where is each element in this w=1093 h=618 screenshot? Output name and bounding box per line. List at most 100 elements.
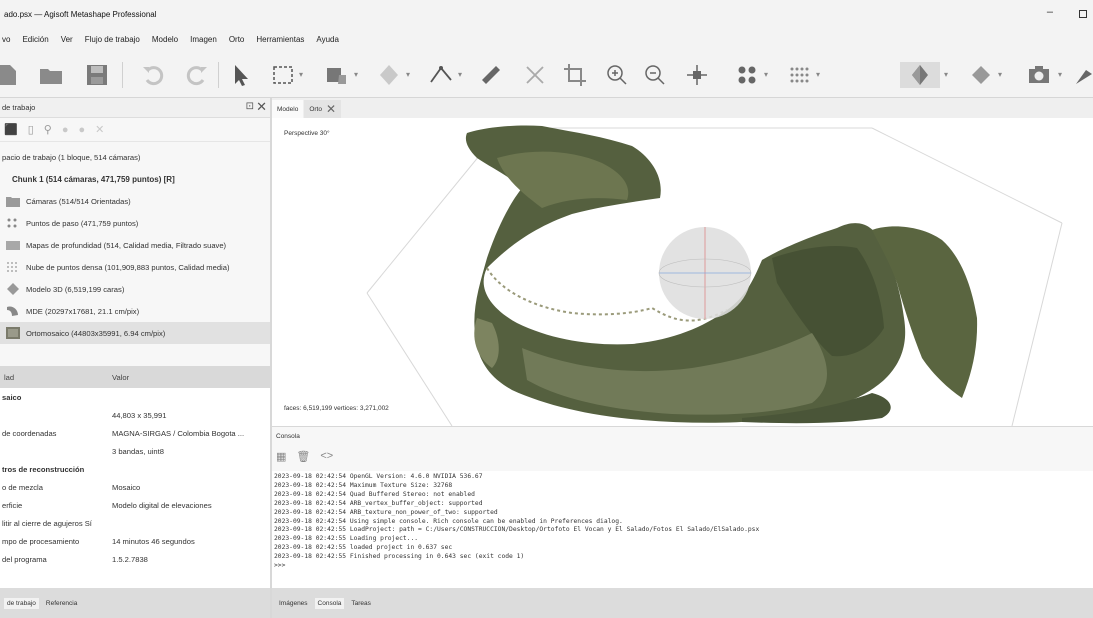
console-log[interactable]: 2023-09-18 02:42:54 OpenGL Version: 4.6.… — [272, 471, 1093, 589]
save-icon[interactable] — [84, 62, 110, 88]
menu-tools[interactable]: Herramientas — [256, 35, 304, 44]
view-tabs: Modelo Orto ✕ — [272, 98, 1093, 118]
chevron-down-icon[interactable]: ▾ — [354, 70, 358, 79]
perspective-label: Perspective 30° — [284, 130, 330, 137]
navigation-cursor-icon[interactable] — [228, 62, 254, 88]
properties-table: lad Valor saico 44,803 x 35,991 de coord… — [0, 366, 270, 588]
menu-workflow[interactable]: Flujo de trabajo — [85, 35, 140, 44]
minimize-button[interactable]: – — [1047, 6, 1053, 18]
chevron-down-icon[interactable]: ▾ — [944, 70, 948, 79]
toolbar-separator — [218, 62, 219, 88]
close-tab-icon[interactable]: ✕ — [326, 102, 336, 116]
script-icon[interactable]: <> — [320, 450, 333, 462]
delete-selection-icon[interactable] — [522, 62, 548, 88]
menu-model[interactable]: Modelo — [152, 35, 178, 44]
tree-item-cameras[interactable]: Cámaras (514/514 Orientadas) — [0, 190, 270, 212]
menu-image[interactable]: Imagen — [190, 35, 217, 44]
chevron-down-icon[interactable]: ▾ — [1058, 70, 1062, 79]
show-points-icon[interactable] — [734, 62, 760, 88]
remove-items-icon[interactable]: ✕ — [95, 123, 104, 136]
close-panel-icon[interactable]: ✕ — [256, 99, 267, 115]
menu-help[interactable]: Ayuda — [316, 35, 339, 44]
tree-item-depth-maps[interactable]: Mapas de profundidad (514, Calidad media… — [0, 234, 270, 256]
toolbar-separator — [122, 62, 123, 88]
tree-item-dem[interactable]: MDE (20297x17681, 21.1 cm/pix) — [0, 300, 270, 322]
workspace-toolbar: ⬛ ▯ ⚲ ● ● ✕ — [0, 118, 270, 142]
menu-view[interactable]: Ver — [61, 35, 73, 44]
menu-file[interactable]: vo — [2, 35, 10, 44]
move-region-icon[interactable] — [376, 62, 402, 88]
menu-edit[interactable]: Edición — [22, 35, 48, 44]
new-file-icon[interactable] — [0, 62, 20, 88]
model-viewport[interactable]: Perspective 30° faces: 6,519,199 vertice… — [272, 118, 1093, 426]
move-object-icon[interactable] — [324, 62, 350, 88]
bottom-panel-tabs: Imágenes Consola Tareas — [272, 588, 1093, 618]
tree-item-dense-cloud[interactable]: Nube de puntos densa (101,909,883 puntos… — [0, 256, 270, 278]
dense-cloud-view-icon[interactable] — [786, 62, 812, 88]
property-row: de coordenadas MAGNA-SIRGAS / Colombia B… — [2, 428, 245, 438]
clear-log-icon[interactable]: 🗑 — [296, 450, 310, 463]
trackball-sphere — [658, 227, 752, 319]
tree-item-workspace[interactable]: pacio de trabajo (1 bloque, 514 cámaras) — [0, 146, 270, 168]
property-row: mpo de procesamiento 14 minutos 46 segun… — [2, 536, 195, 546]
chevron-down-icon[interactable]: ▾ — [406, 70, 410, 79]
column-property: lad — [4, 372, 15, 382]
tab-ortho[interactable]: Orto ✕ — [304, 100, 342, 118]
menu-ortho[interactable]: Orto — [229, 35, 245, 44]
tab-console[interactable]: Consola — [314, 597, 345, 609]
tab-model[interactable]: Modelo — [272, 100, 304, 118]
chevron-down-icon[interactable]: ▾ — [299, 70, 303, 79]
properties-header: lad Valor — [0, 366, 270, 388]
chevron-down-icon[interactable]: ▾ — [764, 70, 768, 79]
redo-icon[interactable] — [184, 62, 210, 88]
console-title: Consola — [276, 432, 300, 440]
tree-item-tie-points[interactable]: Puntos de paso (471,759 puntos) — [0, 212, 270, 234]
ruler-icon[interactable] — [478, 62, 504, 88]
depth-maps-icon — [6, 241, 20, 250]
model-view-icon[interactable] — [900, 62, 940, 88]
property-row: 3 bandas, uint8 — [112, 446, 164, 456]
zoom-in-icon[interactable] — [604, 62, 630, 88]
brush-icon[interactable] — [1072, 62, 1093, 88]
tab-tasks[interactable]: Tareas — [348, 598, 374, 609]
reset-view-icon[interactable] — [684, 62, 710, 88]
zoom-out-icon[interactable] — [642, 62, 668, 88]
save-log-icon[interactable]: ▦ — [276, 450, 286, 463]
left-panel-tabs: de trabajo Referencia — [0, 588, 270, 618]
console-panel: Consola ▦ 🗑 <> 2023-09-18 02:42:54 OpenG… — [272, 426, 1093, 589]
model-render — [366, 125, 1063, 426]
tab-images[interactable]: Imágenes — [276, 598, 311, 609]
dem-icon — [7, 306, 18, 316]
mesh-stats: faces: 6,519,199 vertices: 3,271,002 — [284, 405, 389, 412]
disable-icon[interactable]: ● — [78, 124, 85, 136]
float-panel-icon[interactable]: ⊡ — [246, 101, 254, 112]
tab-reference[interactable]: Referencia — [43, 598, 80, 609]
property-group: saico — [2, 392, 22, 402]
enable-icon[interactable]: ● — [62, 124, 69, 136]
undo-icon[interactable] — [140, 62, 166, 88]
title-bar: ado.psx — Agisoft Metashape Professional… — [0, 0, 1093, 28]
crop-icon[interactable] — [562, 62, 588, 88]
chevron-down-icon[interactable]: ▾ — [816, 70, 820, 79]
console-toolbar: ▦ 🗑 <> — [272, 445, 1093, 467]
open-folder-icon[interactable] — [38, 62, 64, 88]
maximize-button[interactable] — [1079, 10, 1087, 18]
add-photos-icon[interactable]: ▯ — [28, 123, 34, 136]
window-title: ado.psx — Agisoft Metashape Professional — [4, 9, 157, 19]
add-chunk-icon[interactable]: ⬛ — [4, 123, 18, 136]
chevron-down-icon[interactable]: ▾ — [998, 70, 1002, 79]
chevron-down-icon[interactable]: ▾ — [458, 70, 462, 79]
workspace-panel-header: de trabajo ⊡ ✕ — [0, 98, 270, 118]
polyline-draw-icon[interactable] — [428, 62, 454, 88]
rectangle-selection-icon[interactable] — [270, 62, 296, 88]
shaded-model-icon[interactable] — [968, 62, 994, 88]
tie-points-icon — [7, 218, 17, 228]
tree-item-chunk[interactable]: Chunk 1 (514 cámaras, 471,759 puntos) [R… — [0, 168, 270, 190]
add-marker-icon[interactable]: ⚲ — [44, 123, 52, 136]
camera-capture-icon[interactable] — [1026, 62, 1052, 88]
tree-item-orthomosaic[interactable]: Ortomosaico (44803x35991, 6.94 cm/pix) — [0, 322, 270, 344]
tree-item-model[interactable]: Modelo 3D (6,519,199 caras) — [0, 278, 270, 300]
property-row: del programa 1.5.2.7838 — [2, 554, 148, 564]
workspace-panel: de trabajo ⊡ ✕ ⬛ ▯ ⚲ ● ● ✕ pacio de trab… — [0, 98, 270, 588]
tab-workspace[interactable]: de trabajo — [4, 597, 39, 609]
